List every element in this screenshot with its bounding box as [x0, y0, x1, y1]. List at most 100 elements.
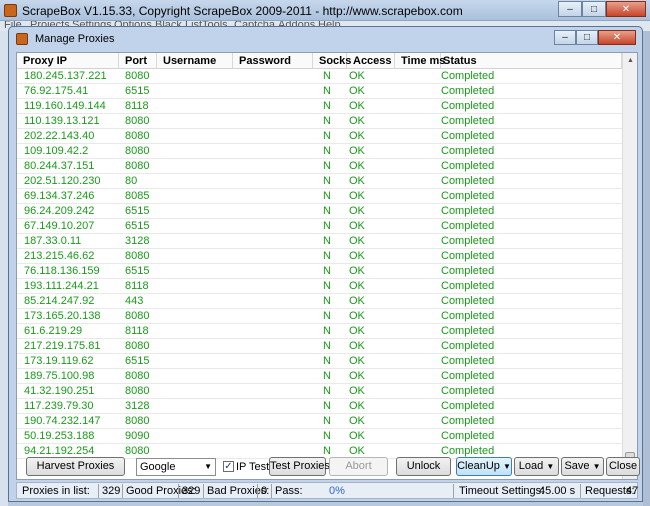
proxy-ip-cell: 180.245.137.221: [24, 70, 107, 82]
access-cell: OK: [349, 130, 365, 142]
status-cell: Completed: [441, 175, 495, 187]
socks-cell: N: [323, 100, 331, 112]
status-cell: Completed: [441, 190, 495, 202]
table-row[interactable]: 41.32.190.251 8080 N OK Completed: [17, 384, 622, 399]
maximize-icon[interactable]: □: [582, 1, 606, 17]
column-header-proxy-ip[interactable]: Proxy IP: [17, 53, 119, 69]
table-row[interactable]: 213.215.46.62 8080 N OK Completed: [17, 249, 622, 264]
port-cell: 8080: [125, 385, 150, 397]
table-row[interactable]: 80.244.37.151 8080 N OK Completed: [17, 159, 622, 174]
harvest-proxies-button[interactable]: Harvest Proxies: [26, 457, 125, 476]
status-cell: Completed: [441, 385, 495, 397]
access-cell: OK: [349, 190, 365, 202]
engine-select[interactable]: Google ▼: [136, 458, 216, 476]
cleanup-dropdown-icon: ▼: [502, 462, 511, 471]
table-row[interactable]: 76.118.136.159 6515 N OK Completed: [17, 264, 622, 279]
table-row[interactable]: 187.33.0.11 3128 N OK Completed: [17, 234, 622, 249]
save-button[interactable]: Save ▼: [561, 457, 604, 476]
proxy-ip-cell: 117.239.79.30: [24, 400, 94, 412]
proxy-ip-cell: 173.19.119.62: [24, 355, 94, 367]
table-row[interactable]: 67.149.10.207 6515 N OK Completed: [17, 219, 622, 234]
column-header-time-ms[interactable]: Time ms: [395, 53, 445, 69]
grid-vertical-scrollbar[interactable]: ▲ ▼: [622, 53, 637, 479]
table-row[interactable]: 190.74.232.147 8080 N OK Completed: [17, 414, 622, 429]
close-button[interactable]: Close: [606, 457, 640, 476]
chevron-down-icon: ▼: [204, 462, 212, 471]
column-header-socks[interactable]: Socks: [313, 53, 351, 69]
table-row[interactable]: 173.165.20.138 8080 N OK Completed: [17, 309, 622, 324]
dialog-close-icon[interactable]: ✕: [598, 30, 636, 45]
column-header-access[interactable]: Access: [347, 53, 395, 69]
table-row[interactable]: 189.75.100.98 8080 N OK Completed: [17, 369, 622, 384]
table-row[interactable]: 202.22.143.40 8080 N OK Completed: [17, 129, 622, 144]
table-row[interactable]: 50.19.253.188 9090 N OK Completed: [17, 429, 622, 444]
timeout-settings-label: Timeout Settings:: [459, 485, 545, 497]
port-cell: 8118: [125, 325, 149, 337]
dialog-titlebar[interactable]: Manage Proxies – □ ✕: [9, 27, 642, 51]
access-cell: OK: [349, 385, 365, 397]
table-row[interactable]: 117.239.79.30 3128 N OK Completed: [17, 399, 622, 414]
socks-cell: N: [323, 385, 331, 397]
table-row[interactable]: 96.24.209.242 6515 N OK Completed: [17, 204, 622, 219]
table-row[interactable]: 85.214.247.92 443 N OK Completed: [17, 294, 622, 309]
load-label: Load: [518, 460, 544, 472]
access-cell: OK: [349, 160, 365, 172]
status-cell: Completed: [441, 430, 495, 442]
socks-cell: N: [323, 310, 331, 322]
access-cell: OK: [349, 250, 365, 262]
port-cell: 3128: [125, 400, 150, 412]
access-cell: OK: [349, 340, 365, 352]
port-cell: 8080: [125, 250, 150, 262]
table-row[interactable]: 173.19.119.62 6515 N OK Completed: [17, 354, 622, 369]
table-row[interactable]: 202.51.120.230 80 N OK Completed: [17, 174, 622, 189]
proxy-grid[interactable]: Proxy IP Port Username Password Socks Ac…: [16, 52, 638, 480]
cleanup-button[interactable]: CleanUp ▼: [456, 457, 512, 476]
dialog-maximize-icon[interactable]: □: [576, 30, 598, 45]
proxy-ip-cell: 189.75.100.98: [24, 370, 95, 382]
port-cell: 3128: [125, 235, 150, 247]
table-row[interactable]: 193.111.244.21 8118 N OK Completed: [17, 279, 622, 294]
dialog-minimize-icon[interactable]: –: [554, 30, 576, 45]
scroll-up-icon[interactable]: ▲: [623, 53, 637, 68]
close-icon[interactable]: ✕: [606, 1, 646, 17]
status-cell: Completed: [441, 220, 495, 232]
socks-cell: N: [323, 415, 331, 427]
access-cell: OK: [349, 175, 365, 187]
socks-cell: N: [323, 280, 331, 292]
minimize-icon[interactable]: –: [558, 1, 582, 17]
table-row[interactable]: 109.109.42.2 8080 N OK Completed: [17, 144, 622, 159]
socks-cell: N: [323, 160, 331, 172]
table-row[interactable]: 217.219.175.81 8080 N OK Completed: [17, 339, 622, 354]
unlock-button[interactable]: Unlock: [396, 457, 451, 476]
table-row[interactable]: 61.6.219.29 8118 N OK Completed: [17, 324, 622, 339]
table-row[interactable]: 69.134.37.246 8085 N OK Completed: [17, 189, 622, 204]
table-row[interactable]: 119.160.149.144 8118 N OK Completed: [17, 99, 622, 114]
test-proxies-button[interactable]: Test Proxies: [269, 457, 330, 476]
column-header-port[interactable]: Port: [119, 53, 157, 69]
table-row[interactable]: 76.92.175.41 6515 N OK Completed: [17, 84, 622, 99]
abort-button[interactable]: Abort: [329, 457, 388, 476]
port-cell: 6515: [125, 265, 150, 277]
status-separator: [98, 484, 99, 498]
status-cell: Completed: [441, 160, 495, 172]
socks-cell: N: [323, 175, 331, 187]
port-cell: 6515: [125, 355, 150, 367]
access-cell: OK: [349, 235, 365, 247]
port-cell: 443: [125, 295, 144, 307]
access-cell: OK: [349, 265, 365, 277]
column-header-status[interactable]: Status: [441, 53, 622, 69]
access-cell: OK: [349, 430, 365, 442]
ip-test-checkbox[interactable]: ✓: [223, 461, 234, 472]
table-row[interactable]: 110.139.13.121 8080 N OK Completed: [17, 114, 622, 129]
status-cell: Completed: [441, 205, 495, 217]
port-cell: 8118: [125, 280, 149, 292]
table-row[interactable]: 180.245.137.221 8080 N OK Completed: [17, 69, 622, 84]
proxy-ip-cell: 173.165.20.138: [24, 310, 101, 322]
status-cell: Completed: [441, 100, 495, 112]
ip-test-label: IP Test: [236, 461, 270, 473]
column-header-username[interactable]: Username: [157, 53, 233, 69]
column-header-password[interactable]: Password: [233, 53, 313, 69]
app-window-controls: – □ ✕: [558, 1, 646, 17]
load-button[interactable]: Load ▼: [514, 457, 559, 476]
socks-cell: N: [323, 190, 331, 202]
